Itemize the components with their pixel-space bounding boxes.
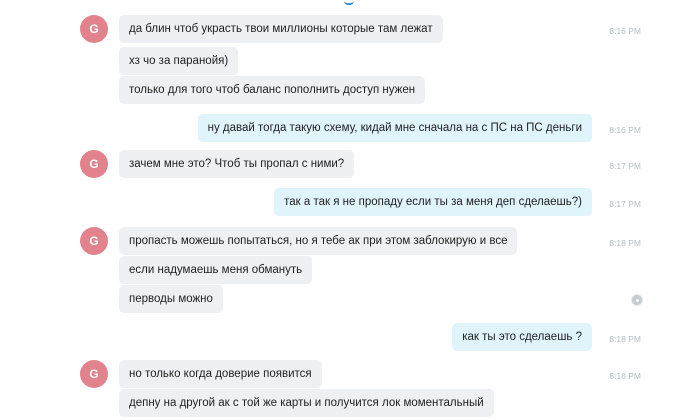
message-row: Gда блин чтоб украсть твои миллионы кото…	[0, 15, 700, 45]
outgoing-message-bubble[interactable]: как ты это сделаешь ?	[452, 323, 592, 351]
message-row: перводы можно	[0, 285, 700, 315]
incoming-message-bubble[interactable]: только для того чтоб баланс пополнить до…	[119, 76, 426, 104]
message-timestamp: 8:17 PM	[609, 199, 641, 209]
message-row: депну на другой ак с той же карты и полу…	[0, 389, 700, 419]
avatar[interactable]: G	[80, 150, 108, 178]
message-timestamp: 8:18 PM	[609, 238, 641, 248]
avatar[interactable]: G	[80, 227, 108, 255]
incoming-message-bubble[interactable]: пропасть можешь попытаться, но я тебе ак…	[119, 227, 518, 255]
message-row: если надумаешь меня обмануть	[0, 256, 700, 286]
message-timestamp: 8:18 PM	[609, 371, 641, 381]
incoming-message-bubble[interactable]: хз чо за паранойя)	[119, 47, 239, 75]
chat-conversation: Gда блин чтоб украсть твои миллионы кото…	[0, 0, 700, 420]
incoming-message-bubble[interactable]: если надумаешь меня обмануть	[119, 256, 313, 284]
message-timestamp: 8:16 PM	[609, 125, 641, 135]
avatar[interactable]: G	[80, 360, 108, 388]
incoming-message-bubble[interactable]: депну на другой ак с той же карты и полу…	[119, 389, 494, 417]
incoming-message-bubble[interactable]: но только когда доверие появится	[119, 360, 322, 388]
incoming-message-bubble[interactable]: перводы можно	[119, 285, 223, 313]
message-timestamp: 8:16 PM	[609, 26, 641, 36]
message-timestamp: 8:17 PM	[609, 161, 641, 171]
top-scroll-indicator	[344, 0, 354, 5]
incoming-message-bubble[interactable]: да блин чтоб украсть твои миллионы котор…	[119, 15, 443, 43]
outgoing-message-bubble[interactable]: так а так я не пропаду если ты за меня д…	[274, 188, 592, 216]
message-row: так а так я не пропаду если ты за меня д…	[0, 188, 700, 218]
message-timestamp: 8:18 PM	[609, 334, 641, 344]
message-row: хз чо за паранойя)	[0, 47, 700, 77]
message-row: как ты это сделаешь ? 8:18 PM	[0, 323, 700, 353]
message-row: только для того чтоб баланс пополнить до…	[0, 76, 700, 106]
message-row: Gпропасть можешь попытаться, но я тебе а…	[0, 227, 700, 257]
message-row: ну давай тогда такую схему, кидай мне сн…	[0, 114, 700, 144]
message-row: Gзачем мне это? Чтоб ты пропал с ними? 8:…	[0, 150, 700, 180]
incoming-message-bubble[interactable]: зачем мне это? Чтоб ты пропал с ними?	[119, 150, 355, 178]
outgoing-message-bubble[interactable]: ну давай тогда такую схему, кидай мне сн…	[197, 114, 592, 142]
message-row: Gно только когда доверие появится 8:18 PM	[0, 360, 700, 390]
avatar[interactable]: G	[80, 15, 108, 43]
